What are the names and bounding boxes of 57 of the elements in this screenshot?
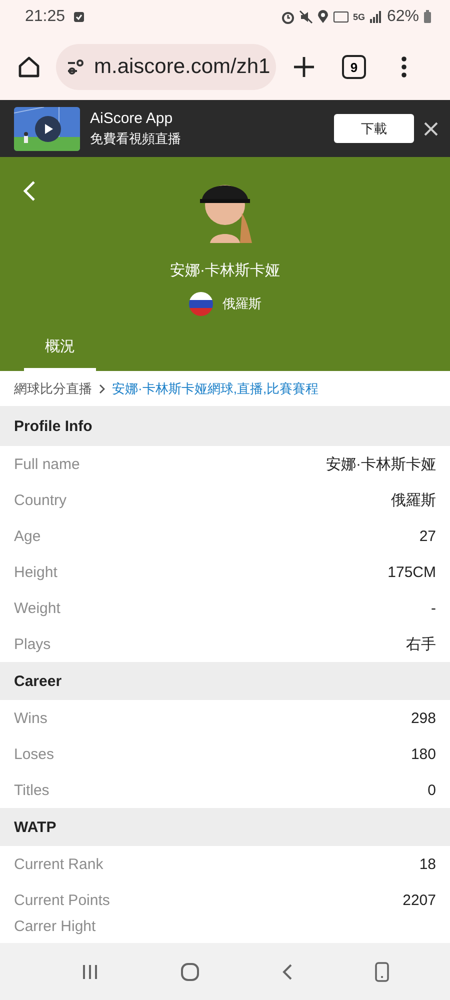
alarm-icon xyxy=(280,10,295,24)
field-label: Height xyxy=(14,564,58,580)
clock-time: 21:25 xyxy=(25,8,66,26)
field-value: 298 xyxy=(410,710,436,726)
field-label: Weight xyxy=(14,600,60,616)
breadcrumb-item[interactable]: 網球比分直播 xyxy=(14,380,92,398)
field-label: Loses xyxy=(14,746,54,762)
mute-icon xyxy=(298,10,313,24)
breadcrumb-link[interactable]: 安娜·卡林斯卡娅網球,直播,比賽賽程 xyxy=(112,380,319,398)
back-icon[interactable] xyxy=(22,180,36,202)
tab-count-button[interactable]: 9 xyxy=(342,55,366,79)
field-label: Age xyxy=(14,528,41,544)
address-bar[interactable]: m.aiscore.com/zh1 xyxy=(56,44,276,90)
home-button-icon[interactable] xyxy=(180,962,200,982)
field-label: Current Rank xyxy=(14,856,104,872)
field-label: Country xyxy=(14,492,67,508)
field-value: 2207 xyxy=(402,892,436,908)
field-label: Plays xyxy=(14,636,51,652)
country-name: 俄羅斯 xyxy=(222,295,262,313)
field-value: 安娜·卡林斯卡娅 xyxy=(326,454,436,474)
home-icon[interactable] xyxy=(16,54,42,80)
location-icon xyxy=(316,10,329,24)
site-settings-icon[interactable] xyxy=(66,58,86,76)
field-value: 右手 xyxy=(406,634,436,654)
field-value: 175CM xyxy=(388,564,436,580)
section-title: WATP xyxy=(0,808,450,846)
signal-icon xyxy=(368,10,383,24)
menu-icon[interactable] xyxy=(400,55,408,79)
battery-level: 62% xyxy=(386,8,419,26)
download-button[interactable]: 下載 xyxy=(334,114,414,143)
tab[interactable]: 概況 xyxy=(24,327,96,371)
app-subtitle: 免費看視頻直播 xyxy=(90,130,182,148)
field-label: Carrer Hight xyxy=(14,918,96,935)
phone-icon[interactable] xyxy=(374,960,390,982)
section-title: Profile Info xyxy=(0,406,450,446)
app-title: AiScore App xyxy=(90,110,174,126)
field-label: Current Points xyxy=(14,892,110,908)
field-value: - xyxy=(431,600,436,616)
section-title: Career xyxy=(0,662,450,700)
play-icon[interactable] xyxy=(35,116,61,142)
field-value: 俄羅斯 xyxy=(391,490,436,510)
field-label: Wins xyxy=(14,710,48,726)
field-value: 180 xyxy=(410,746,436,762)
back-icon[interactable] xyxy=(280,962,294,982)
flag-icon xyxy=(188,292,212,316)
plus-icon[interactable] xyxy=(292,55,316,79)
battery-icon xyxy=(423,10,432,24)
field-value: 18 xyxy=(419,856,436,872)
field-value: 27 xyxy=(419,528,436,544)
checkbox-icon xyxy=(73,11,86,23)
field-value: 0 xyxy=(428,782,436,798)
close-icon[interactable] xyxy=(424,122,438,136)
player-name: 安娜·卡林斯卡娅 xyxy=(170,261,280,280)
field-label: Full name xyxy=(14,456,80,472)
field-label: Titles xyxy=(14,782,50,798)
chevron-right-icon xyxy=(98,382,106,394)
network-label: 5G xyxy=(352,12,365,22)
